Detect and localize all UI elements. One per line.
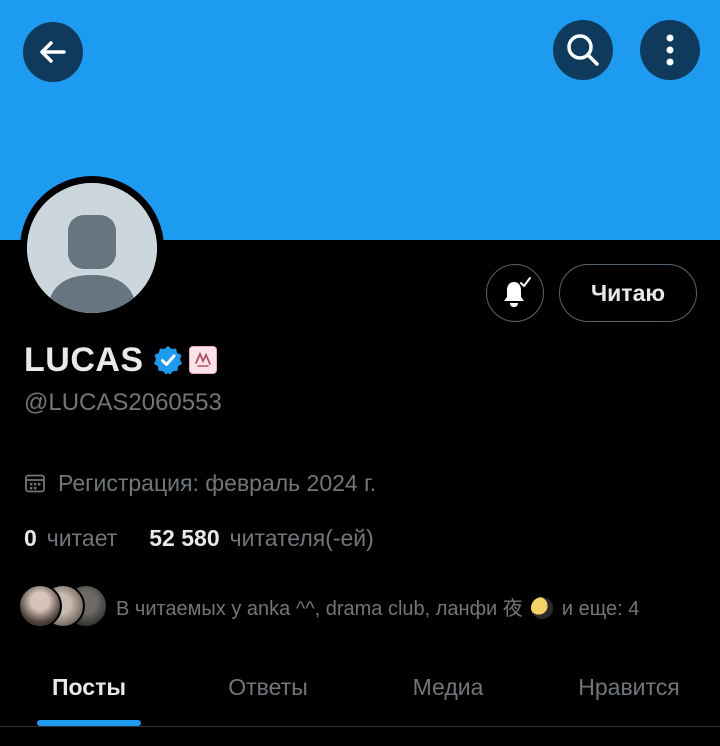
display-name: LUCAS — [24, 340, 144, 379]
default-avatar-icon — [27, 183, 157, 313]
tabs-divider — [0, 726, 720, 727]
back-button[interactable] — [23, 22, 83, 82]
followed-by-row[interactable]: В читаемых у anka ^^, drama club, ланфи … — [18, 582, 639, 630]
avatar-frame — [20, 176, 164, 320]
avatar[interactable] — [27, 183, 157, 313]
followed-by-names: В читаемых у anka ^^, drama club, ланфи … — [116, 597, 523, 620]
bell-check-icon — [504, 277, 531, 307]
verified-badge-icon[interactable] — [153, 345, 183, 375]
following-stat[interactable]: 0 читает — [24, 525, 117, 552]
followed-by-text: В читаемых у anka ^^, drama club, ланфи … — [116, 592, 639, 621]
followers-stat[interactable]: 52 580 читателя(-ей) — [149, 525, 374, 552]
tab-media[interactable]: Медиа — [358, 652, 538, 722]
search-button[interactable] — [553, 20, 613, 80]
follow-stats: 0 читает 52 580 читателя(-ей) — [24, 521, 374, 555]
emoji-badge-icon — [188, 346, 217, 374]
tab-likes[interactable]: Нравится — [538, 652, 720, 722]
following-label: читает — [46, 524, 118, 551]
tab-replies[interactable]: Ответы — [178, 652, 358, 722]
arrow-left-icon — [40, 41, 66, 63]
moon-emoji-icon — [531, 596, 554, 619]
profile-name-row: LUCAS — [24, 336, 217, 384]
registration-info: Регистрация: февраль 2024 г. — [24, 466, 376, 500]
tab-posts[interactable]: Посты — [0, 652, 178, 722]
more-button[interactable] — [640, 20, 700, 80]
notifications-button[interactable] — [486, 264, 544, 322]
followed-by-more: и еще: 4 — [561, 597, 640, 620]
following-count: 0 — [24, 524, 37, 551]
profile-tabs: Посты Ответы Медиа Нравится — [0, 652, 720, 726]
followed-by-avatars — [18, 583, 108, 629]
calendar-icon — [25, 474, 45, 493]
followers-count: 52 580 — [149, 524, 220, 551]
following-button[interactable]: Читаю — [559, 264, 697, 322]
search-icon — [567, 34, 599, 66]
followers-label: читателя(-ей) — [229, 524, 374, 551]
user-handle: @LUCAS2060553 — [24, 389, 222, 416]
registration-date: Регистрация: февраль 2024 г. — [58, 469, 377, 496]
more-vertical-icon — [666, 34, 674, 66]
mini-avatar — [18, 584, 62, 628]
